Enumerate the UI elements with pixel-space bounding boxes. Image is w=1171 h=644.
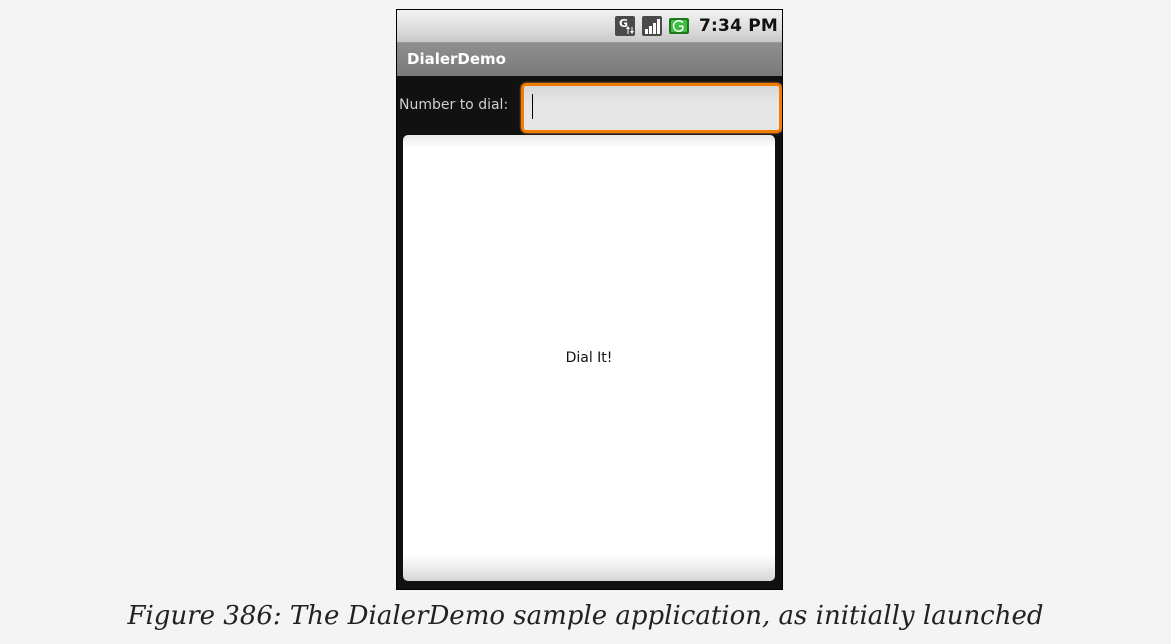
- number-input-row: Number to dial:: [397, 76, 782, 134]
- status-time: 7:34 PM: [699, 16, 778, 36]
- app-title-bar: DialerDemo: [397, 43, 782, 76]
- android-emulator-screen: G 7:34 PM DialerDemo Number to dial: Dia…: [396, 9, 783, 590]
- app-title: DialerDemo: [407, 50, 506, 68]
- dial-it-button[interactable]: Dial It!: [403, 135, 775, 581]
- number-to-dial-label: Number to dial:: [399, 97, 509, 113]
- status-icons: G 7:34 PM: [614, 15, 778, 37]
- text-cursor: [532, 94, 533, 119]
- number-to-dial-field[interactable]: [521, 83, 782, 133]
- g-data-icon: G: [615, 16, 636, 36]
- figure-caption: Figure 386: The DialerDemo sample applic…: [127, 601, 1044, 631]
- status-bar: G 7:34 PM: [397, 10, 782, 43]
- signal-strength-icon: [642, 16, 663, 36]
- battery-charging-icon: [669, 18, 690, 34]
